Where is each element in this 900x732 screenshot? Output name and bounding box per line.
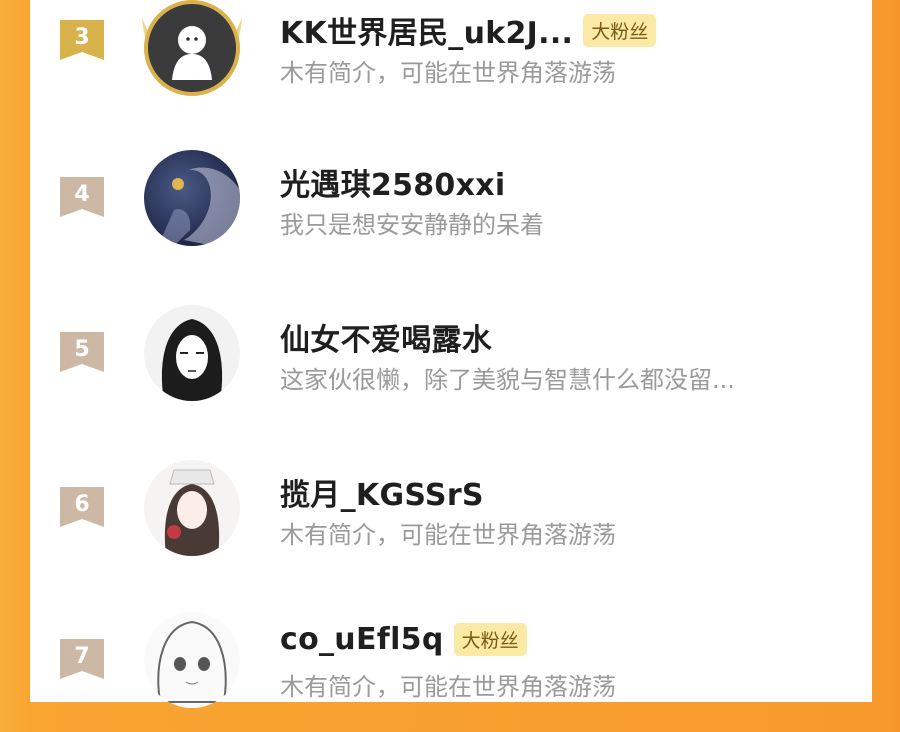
list-item[interactable]: 5 仙女不爱喝露水 这家伙很懒，除了美貌与智慧什么都没留... <box>30 305 872 425</box>
avatar[interactable] <box>144 0 240 96</box>
list-item[interactable]: 3 KK世界居民_uk2J... 大粉丝 木有简介，可能在世界角落游荡 <box>30 0 872 110</box>
list-item[interactable]: 7 co_uEfl5q 大粉丝 木有简介，可能在世界角落游荡 <box>30 612 872 732</box>
user-bio: 木有简介，可能在世界角落游荡 <box>280 673 616 701</box>
rank-flag: 6 <box>60 487 104 527</box>
user-bio: 我只是想安安静静的呆着 <box>280 211 544 239</box>
user-bio: 这家伙很懒，除了美貌与智慧什么都没留... <box>280 366 735 394</box>
list-item[interactable]: 6 揽月_KGSSrS 木有简介，可能在世界角落游荡 <box>30 460 872 580</box>
avatar-illustration-icon <box>158 167 240 246</box>
avatar[interactable] <box>144 150 240 246</box>
user-name[interactable]: co_uEfl5q <box>280 622 444 657</box>
fan-ranking-list: 3 KK世界居民_uk2J... 大粉丝 木有简介，可能在世界角落游荡 4 光遇… <box>30 0 872 708</box>
avatar-illustration-icon <box>164 469 220 556</box>
avatar[interactable] <box>144 460 240 556</box>
big-fan-badge: 大粉丝 <box>453 623 527 656</box>
default-avatar-icon <box>172 26 212 80</box>
avatar-illustration-icon <box>161 319 223 401</box>
rank-flag: 7 <box>60 639 104 679</box>
rank-flag: 5 <box>60 332 104 372</box>
user-name[interactable]: 仙女不爱喝露水 <box>280 315 492 359</box>
user-bio: 木有简介，可能在世界角落游荡 <box>280 521 616 549</box>
list-item[interactable]: 4 光遇琪2580xxi 我只是想安安静静的呆着 <box>30 150 872 270</box>
big-fan-badge: 大粉丝 <box>583 13 657 47</box>
user-name[interactable]: 揽月_KGSSrS <box>280 470 484 514</box>
avatar[interactable] <box>144 612 240 708</box>
avatar[interactable] <box>144 305 240 401</box>
user-name[interactable]: KK世界居民_uk2J... <box>280 8 573 52</box>
rank-flag: 4 <box>60 177 104 217</box>
avatar-illustration-icon <box>157 620 227 703</box>
user-bio: 木有简介，可能在世界角落游荡 <box>280 59 616 87</box>
user-name[interactable]: 光遇琪2580xxi <box>280 160 505 204</box>
rank-flag: 3 <box>60 20 104 60</box>
